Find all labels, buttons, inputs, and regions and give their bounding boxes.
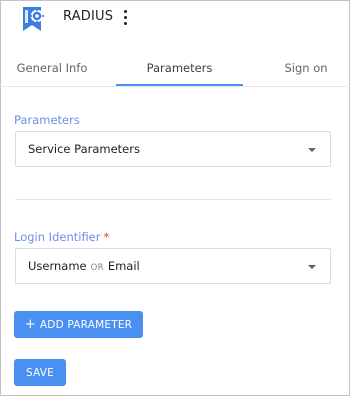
add-parameter-button[interactable]: + ADD PARAMETER: [14, 311, 143, 338]
app-header: RADIUS: [0, 0, 350, 34]
tab-bar: General Info Parameters Sign on: [0, 54, 350, 86]
required-marker: *: [103, 230, 110, 244]
parameters-select-value: Service Parameters: [28, 142, 140, 156]
save-button[interactable]: SAVE: [14, 359, 66, 386]
login-identifier-or: OR: [90, 263, 104, 273]
radius-badge-icon: [23, 7, 45, 31]
more-vertical-icon[interactable]: [119, 7, 133, 27]
chevron-down-icon: [308, 265, 316, 269]
login-identifier-select[interactable]: Username OR Email: [15, 248, 331, 284]
parameters-select[interactable]: Service Parameters: [15, 131, 331, 167]
tab-sign-on[interactable]: Sign on: [272, 54, 340, 86]
section-divider: [15, 199, 331, 200]
login-identifier-label: Login Identifier *: [14, 230, 109, 244]
plus-icon: +: [24, 317, 36, 332]
tab-general-info[interactable]: General Info: [0, 54, 104, 86]
login-identifier-label-text: Login Identifier: [14, 230, 101, 244]
app-title: RADIUS: [63, 9, 114, 24]
chevron-down-icon: [308, 148, 316, 152]
tab-parameters[interactable]: Parameters: [116, 54, 243, 86]
add-parameter-label: ADD PARAMETER: [39, 319, 133, 331]
login-identifier-select-value: Username OR Email: [28, 259, 140, 273]
tabs-divider: [0, 86, 350, 87]
login-identifier-email: Email: [107, 259, 140, 273]
login-identifier-username: Username: [28, 259, 87, 273]
parameters-label: Parameters: [14, 113, 80, 127]
